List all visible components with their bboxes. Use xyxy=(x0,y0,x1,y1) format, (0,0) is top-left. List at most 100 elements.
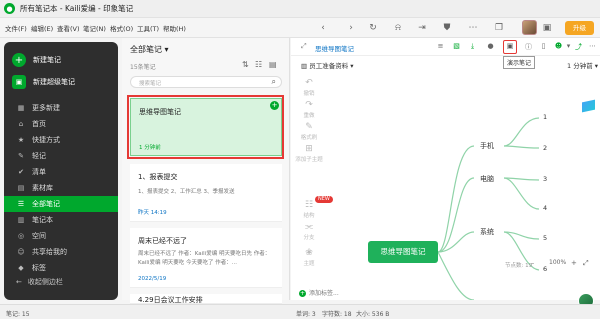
share-icon[interactable]: ⤴ xyxy=(573,42,584,52)
new-note-button[interactable]: + 新建笔记 xyxy=(12,52,61,68)
zoom-value: 100% xyxy=(549,259,567,266)
gift-icon[interactable]: ❐ xyxy=(492,21,506,35)
menu-file[interactable]: 文件(F) xyxy=(5,23,27,33)
note-snippet: 1、报表提交 2、工作汇总 3、季报发送 xyxy=(138,189,235,195)
note-card[interactable]: 1、报表提交 1、报表提交 2、工作汇总 3、季报发送 昨天 14:19 xyxy=(130,164,282,222)
menu-format[interactable]: 格式(O) xyxy=(110,23,133,33)
sidebar-item-label: 素材库 xyxy=(32,184,53,192)
bell-icon[interactable]: ⍾ xyxy=(391,21,405,35)
reminder-icon[interactable]: ● xyxy=(485,42,496,50)
notebook-select[interactable]: ▥ 员工准备资料 ▾ xyxy=(301,60,354,70)
last-edit-select[interactable]: 1 分钟前 ▾ xyxy=(567,60,598,70)
people-icon: ☺ xyxy=(17,248,25,256)
menu-edit[interactable]: 编辑(E) xyxy=(31,23,53,33)
undo-label: 撤销 xyxy=(303,91,315,97)
structure-label: 结构 xyxy=(303,213,315,219)
editor-header: ⤢ 思维导图笔记 ≡ ▧ ⤓ ● ▣ ⓘ ▯ ☻ ▾ ⤴ ⋯ xyxy=(291,38,600,56)
menu-view[interactable]: 查看(V) xyxy=(57,23,80,33)
redo-tool[interactable]: ↷ 重做 xyxy=(295,100,323,119)
notification-icon[interactable]: ▣ xyxy=(540,21,554,35)
window-title: 所有笔记本 - Kaili爱编 - 印象笔记 xyxy=(20,4,134,13)
redo-icon: ↷ xyxy=(305,100,313,110)
download-icon[interactable]: ⤓ xyxy=(467,42,478,51)
new-super-note-button[interactable]: ▣ 新建超级笔记 xyxy=(12,74,75,90)
mindmap-leaf[interactable]: 3 xyxy=(543,175,547,183)
fit-icon[interactable]: ⤢ xyxy=(583,259,589,268)
search-input[interactable]: 搜索笔记 ⌕ xyxy=(130,76,282,88)
mindmap-branch[interactable]: 电脑 xyxy=(480,174,494,184)
mindmap-leaf[interactable]: 5 xyxy=(543,234,547,242)
sidebar-item-star[interactable]: ★ 快捷方式 xyxy=(4,132,118,148)
add-subtopic-tool[interactable]: ⊞ 添加子主题 xyxy=(295,144,323,163)
theme-label: 主题 xyxy=(303,261,315,267)
format-painter-label: 格式刷 xyxy=(300,135,318,141)
note-list-title[interactable]: 全部笔记 ▾ xyxy=(130,44,169,55)
notes-icon: ☰ xyxy=(17,200,25,208)
note-count: 15条笔记 xyxy=(130,64,156,71)
sidebar-item-tag[interactable]: ◆ 标签 xyxy=(4,260,118,276)
mindmap-leaf[interactable]: 2 xyxy=(543,144,547,152)
sidebar-item-space[interactable]: ◎ 空间 xyxy=(4,228,118,244)
more-icon[interactable]: ⋯ xyxy=(466,21,480,35)
mindmap-branch[interactable]: 系统 xyxy=(480,227,494,237)
shield-icon[interactable]: ⛊ xyxy=(440,21,454,35)
note-card[interactable]: 周末已经不远了 周末已经不远了 作者：Kaili爱编 明天要吃日先 作者：Kai… xyxy=(130,228,282,288)
tag-plus-icon: + xyxy=(299,290,306,297)
mindmap-leaf[interactable]: 1 xyxy=(543,113,547,121)
sidebar-item-grid[interactable]: ▦ 更多新建 xyxy=(4,100,118,116)
refresh-icon[interactable]: ↻ xyxy=(366,21,380,35)
sidebar-item-checklist[interactable]: ✔ 清单 xyxy=(4,164,118,180)
undo-icon: ↶ xyxy=(305,78,313,88)
space-icon: ◎ xyxy=(17,232,25,240)
format-painter-tool[interactable]: ✎ 格式刷 xyxy=(295,122,323,141)
doc-icon[interactable]: ▯ xyxy=(538,42,549,50)
menu-tools[interactable]: 工具(T) xyxy=(137,23,159,33)
central-node[interactable]: 思维导图笔记 xyxy=(368,241,438,263)
sidebar-item-home[interactable]: ⌂ 首页 xyxy=(4,116,118,132)
user-avatar[interactable] xyxy=(522,20,537,35)
sidebar-item-people[interactable]: ☺ 共享给我的 xyxy=(4,244,118,260)
sort-icon[interactable]: ⇅ xyxy=(242,60,249,69)
folder-icon: ▤ xyxy=(17,184,25,192)
sidebar-item-notes[interactable]: ☰ 全部笔记 xyxy=(4,196,118,212)
add-tag-button[interactable]: + 添加标签... xyxy=(299,288,339,297)
sidebar-item-notebook[interactable]: ▥ 笔记本 xyxy=(4,212,118,228)
notebook-icon: ▥ xyxy=(301,62,308,70)
list-icon[interactable]: ≡ xyxy=(435,42,446,50)
search-placeholder: 搜索笔记 xyxy=(139,81,162,87)
sidebar-item-label: 更多新建 xyxy=(32,104,60,112)
export-icon[interactable]: ▧ xyxy=(451,42,462,50)
share-icon[interactable]: ⇥ xyxy=(415,21,429,35)
sidebar-item-folder[interactable]: ▤ 素材库 xyxy=(4,180,118,196)
last-edit-text: 1 分钟前 xyxy=(567,62,593,70)
sidebar-item-label: 笔记本 xyxy=(32,216,53,224)
info-icon[interactable]: ⓘ xyxy=(523,42,534,52)
sidebar-item-pen[interactable]: ✎ 轻记 xyxy=(4,148,118,164)
note-card[interactable]: 4.29日会议工作安排 xyxy=(130,294,282,304)
editor-note-title[interactable]: 思维导图笔记 xyxy=(315,43,354,53)
sidebar-item-label: 空间 xyxy=(32,232,46,240)
note-time: 2022/5/19 xyxy=(138,276,167,282)
menu-note[interactable]: 笔记(N) xyxy=(83,23,106,33)
mindmap-leaf[interactable]: 4 xyxy=(543,204,547,212)
theme-tool[interactable]: ❀ 主题 xyxy=(295,248,323,267)
more-icon[interactable]: ⋯ xyxy=(587,42,598,50)
upgrade-button[interactable]: 升级 xyxy=(565,21,594,35)
mindmap-leaf[interactable]: 6 xyxy=(543,265,547,273)
filter-icon[interactable]: ☷ xyxy=(255,60,262,69)
menu-help[interactable]: 帮助(H) xyxy=(163,23,186,33)
branch-tool[interactable]: ⫘ 分支 xyxy=(295,222,323,241)
zoom-out-button[interactable]: – xyxy=(531,259,534,267)
checklist-icon: ✔ xyxy=(18,168,24,176)
mindmap-branch[interactable]: 手机 xyxy=(480,141,494,151)
present-note-button[interactable]: ▣ xyxy=(503,40,517,54)
zoom-in-button[interactable]: + xyxy=(571,259,577,267)
sidebar-item-label: 轻记 xyxy=(32,152,46,160)
collapse-sidebar-button[interactable]: ← 收起侧边栏 xyxy=(4,274,118,290)
sidebar-item-label: 快捷方式 xyxy=(32,136,60,144)
chevron-right-icon[interactable]: › xyxy=(344,21,358,35)
chevron-left-icon[interactable]: ‹ xyxy=(316,21,330,35)
expand-icon[interactable]: ⤢ xyxy=(301,42,307,51)
undo-tool[interactable]: ↶ 撤销 xyxy=(295,78,323,97)
view-icon[interactable]: ▤ xyxy=(269,60,277,69)
